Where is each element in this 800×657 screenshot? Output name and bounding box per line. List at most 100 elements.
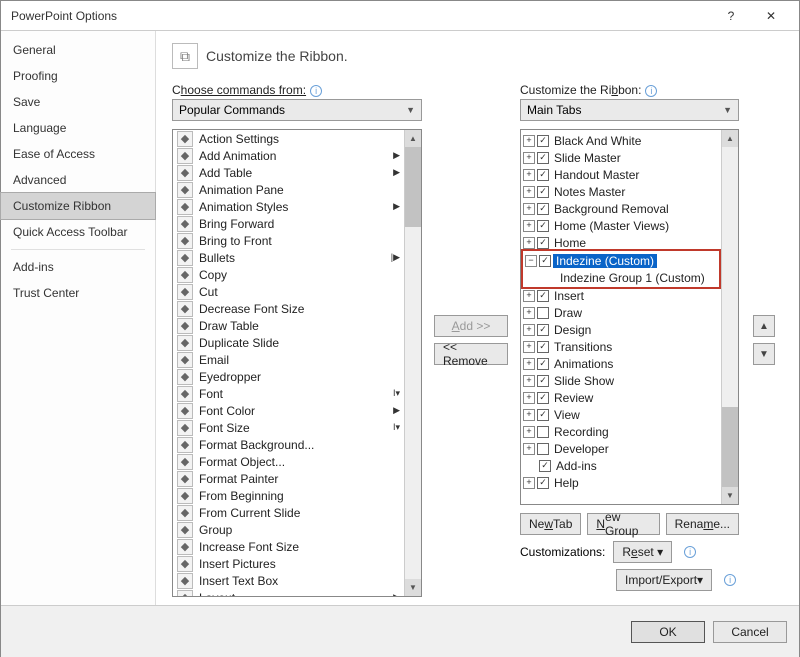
reset-button[interactable]: Reset ▾ bbox=[613, 541, 672, 563]
sidebar-item-quick-access-toolbar[interactable]: Quick Access Toolbar bbox=[1, 219, 155, 245]
sidebar-item-customize-ribbon[interactable]: Customize Ribbon bbox=[0, 192, 156, 220]
scroll-thumb[interactable] bbox=[722, 407, 738, 487]
checkbox[interactable] bbox=[537, 341, 549, 353]
command-item[interactable]: ◆Format Background... bbox=[173, 436, 404, 453]
command-item[interactable]: ◆Group bbox=[173, 521, 404, 538]
command-item[interactable]: ◆Increase Font Size bbox=[173, 538, 404, 555]
tree-item[interactable]: +Help bbox=[521, 474, 721, 491]
expander-icon[interactable]: + bbox=[523, 186, 535, 198]
scroll-thumb[interactable] bbox=[405, 147, 421, 227]
scrollbar[interactable]: ▲ ▼ bbox=[404, 130, 421, 596]
checkbox[interactable] bbox=[537, 477, 549, 489]
scrollbar[interactable]: ▲ ▼ bbox=[721, 130, 738, 504]
tree-item[interactable]: +Draw bbox=[521, 304, 721, 321]
expander-icon[interactable]: + bbox=[523, 341, 535, 353]
checkbox[interactable] bbox=[539, 255, 551, 267]
command-item[interactable]: ◆Font SizeI▾ bbox=[173, 419, 404, 436]
cancel-button[interactable]: Cancel bbox=[713, 621, 787, 643]
command-item[interactable]: ◆FontI▾ bbox=[173, 385, 404, 402]
new-tab-button[interactable]: New Tab bbox=[520, 513, 581, 535]
expander-icon[interactable]: + bbox=[523, 392, 535, 404]
tree-item[interactable]: +View bbox=[521, 406, 721, 423]
move-up-button[interactable]: ▲ bbox=[753, 315, 775, 337]
command-item[interactable]: ◆From Current Slide bbox=[173, 504, 404, 521]
checkbox[interactable] bbox=[537, 358, 549, 370]
expander-icon[interactable]: + bbox=[523, 307, 535, 319]
info-icon[interactable]: i bbox=[724, 574, 736, 586]
checkbox[interactable] bbox=[537, 290, 549, 302]
sidebar-item-add-ins[interactable]: Add-ins bbox=[1, 254, 155, 280]
command-item[interactable]: ◆Insert Text Box bbox=[173, 572, 404, 589]
tree-item[interactable]: +Slide Show bbox=[521, 372, 721, 389]
expander-icon[interactable]: + bbox=[523, 290, 535, 302]
scroll-down-icon[interactable]: ▼ bbox=[722, 487, 738, 504]
expander-icon[interactable]: + bbox=[523, 169, 535, 181]
sidebar-item-proofing[interactable]: Proofing bbox=[1, 63, 155, 89]
command-item[interactable]: ◆Draw Table bbox=[173, 317, 404, 334]
expander-icon[interactable]: + bbox=[523, 409, 535, 421]
info-icon[interactable]: i bbox=[645, 85, 657, 97]
checkbox[interactable] bbox=[537, 307, 549, 319]
expander-icon[interactable]: + bbox=[523, 443, 535, 455]
checkbox[interactable] bbox=[537, 426, 549, 438]
command-item[interactable]: ◆From Beginning bbox=[173, 487, 404, 504]
commands-listbox[interactable]: ◆Action Settings◆Add Animation▶◆Add Tabl… bbox=[172, 129, 422, 597]
close-button[interactable]: ✕ bbox=[751, 2, 791, 30]
command-item[interactable]: ◆Action Settings bbox=[173, 130, 404, 147]
help-button[interactable]: ? bbox=[711, 2, 751, 30]
scroll-down-icon[interactable]: ▼ bbox=[405, 579, 421, 596]
expander-icon[interactable]: + bbox=[523, 135, 535, 147]
sidebar-item-advanced[interactable]: Advanced bbox=[1, 167, 155, 193]
tree-item[interactable]: +Notes Master bbox=[521, 183, 721, 200]
command-item[interactable]: ◆Duplicate Slide bbox=[173, 334, 404, 351]
sidebar-item-general[interactable]: General bbox=[1, 37, 155, 63]
checkbox[interactable] bbox=[537, 237, 549, 249]
sidebar-item-ease-of-access[interactable]: Ease of Access bbox=[1, 141, 155, 167]
command-item[interactable]: ◆Cut bbox=[173, 283, 404, 300]
expander-icon[interactable]: + bbox=[523, 426, 535, 438]
tree-item[interactable]: +Animations bbox=[521, 355, 721, 372]
expander-icon[interactable]: − bbox=[525, 255, 537, 267]
command-item[interactable]: ◆Font Color▶ bbox=[173, 402, 404, 419]
new-group-button[interactable]: New Group bbox=[587, 513, 659, 535]
expander-icon[interactable]: + bbox=[523, 375, 535, 387]
expander-icon[interactable]: + bbox=[523, 358, 535, 370]
tree-item[interactable]: +Slide Master bbox=[521, 149, 721, 166]
command-item[interactable]: ◆Insert Pictures bbox=[173, 555, 404, 572]
checkbox[interactable] bbox=[537, 324, 549, 336]
tree-item[interactable]: +Transitions bbox=[521, 338, 721, 355]
expander-icon[interactable]: + bbox=[523, 152, 535, 164]
tree-item[interactable]: −Indezine (Custom) bbox=[523, 252, 719, 269]
rename-button[interactable]: Rename... bbox=[666, 513, 739, 535]
move-down-button[interactable]: ▼ bbox=[753, 343, 775, 365]
checkbox[interactable] bbox=[537, 152, 549, 164]
tree-item[interactable]: +Background Removal bbox=[521, 200, 721, 217]
info-icon[interactable]: i bbox=[310, 85, 322, 97]
command-item[interactable]: ◆Bring to Front bbox=[173, 232, 404, 249]
add-button[interactable]: Add >> bbox=[434, 315, 508, 337]
info-icon[interactable]: i bbox=[684, 546, 696, 558]
command-item[interactable]: ◆Bring Forward bbox=[173, 215, 404, 232]
command-item[interactable]: ◆Layout▶ bbox=[173, 589, 404, 596]
sidebar-item-language[interactable]: Language bbox=[1, 115, 155, 141]
command-item[interactable]: ◆Animation Pane bbox=[173, 181, 404, 198]
checkbox[interactable] bbox=[537, 392, 549, 404]
expander-icon[interactable]: + bbox=[523, 477, 535, 489]
checkbox[interactable] bbox=[537, 135, 549, 147]
command-item[interactable]: ◆Eyedropper bbox=[173, 368, 404, 385]
checkbox[interactable] bbox=[537, 169, 549, 181]
expander-icon[interactable]: + bbox=[523, 203, 535, 215]
ribbon-tree[interactable]: +Black And White+Slide Master+Handout Ma… bbox=[520, 129, 739, 505]
command-item[interactable]: ◆Bullets|▶ bbox=[173, 249, 404, 266]
tree-item[interactable]: +Black And White bbox=[521, 132, 721, 149]
expander-icon[interactable]: + bbox=[523, 237, 535, 249]
customize-ribbon-dropdown[interactable]: Main Tabs ▼ bbox=[520, 99, 739, 121]
sidebar-item-trust-center[interactable]: Trust Center bbox=[1, 280, 155, 306]
command-item[interactable]: ◆Copy bbox=[173, 266, 404, 283]
command-item[interactable]: ◆Add Table▶ bbox=[173, 164, 404, 181]
choose-commands-dropdown[interactable]: Popular Commands ▼ bbox=[172, 99, 422, 121]
tree-item[interactable]: Indezine Group 1 (Custom) bbox=[523, 269, 719, 286]
checkbox[interactable] bbox=[537, 186, 549, 198]
tree-item[interactable]: +Home (Master Views) bbox=[521, 217, 721, 234]
ok-button[interactable]: OK bbox=[631, 621, 705, 643]
